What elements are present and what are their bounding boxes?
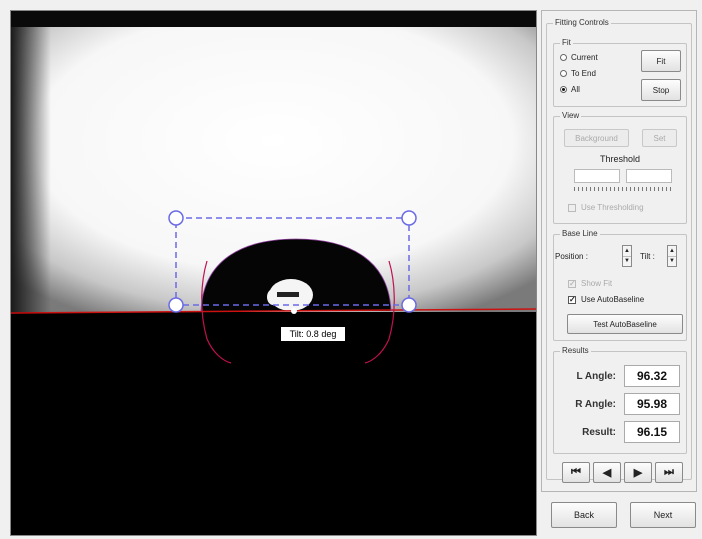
- handle-bottom-left: [168, 297, 184, 313]
- handle-top-right: [401, 210, 417, 226]
- threshold-min-field[interactable]: [574, 169, 620, 183]
- l-angle-value: 96.32: [624, 365, 680, 387]
- set-button[interactable]: Set: [642, 129, 677, 147]
- use-autobaseline-label: Use AutoBaseline: [581, 295, 645, 304]
- threshold-max-field[interactable]: [626, 169, 672, 183]
- use-autobaseline-box: ✓: [568, 294, 576, 304]
- position-label: Position :: [555, 252, 588, 261]
- droplet-image: Tilt: 0.8 deg: [11, 11, 536, 535]
- last-frame-button[interactable]: ⏭: [655, 462, 683, 483]
- radio-to-end-dot: [560, 70, 567, 77]
- fitting-controls-title: Fitting Controls: [553, 18, 611, 28]
- result-label: Result:: [582, 427, 616, 438]
- tilt-label: Tilt: 0.8 deg: [290, 329, 337, 339]
- results-group: Results L Angle: 96.32 R Angle: 95.98 Re…: [553, 346, 687, 454]
- radio-all[interactable]: All: [560, 85, 580, 94]
- stop-button[interactable]: Stop: [641, 79, 681, 101]
- baseline-group-title: Base Line: [560, 229, 600, 239]
- use-autobaseline-checkbox[interactable]: ✓ Use AutoBaseline: [568, 295, 644, 304]
- threshold-slider-ticks[interactable]: [574, 187, 672, 191]
- test-autobaseline-button[interactable]: Test AutoBaseline: [567, 314, 683, 334]
- use-thresholding-box: [568, 203, 576, 212]
- fit-group-title: Fit: [560, 38, 573, 48]
- fit-group: Fit Current To End All Fit Stop: [553, 38, 687, 107]
- position-down-icon[interactable]: ▼: [623, 255, 631, 267]
- r-angle-label: R Angle:: [575, 399, 616, 410]
- background-button[interactable]: Background: [564, 129, 629, 147]
- use-thresholding-checkbox[interactable]: Use Thresholding: [568, 203, 644, 212]
- view-group: View Background Set Threshold Use Thresh…: [553, 111, 687, 224]
- tilt-down-icon[interactable]: ▼: [668, 255, 676, 267]
- position-up-icon[interactable]: ▲: [623, 246, 631, 256]
- l-angle-label: L Angle:: [576, 371, 616, 382]
- threshold-label: Threshold: [599, 154, 641, 164]
- tilt-spinner-label: Tilt :: [640, 252, 655, 261]
- result-value: 96.15: [624, 421, 680, 443]
- back-button[interactable]: Back: [551, 502, 617, 528]
- handle-bottom-right: [401, 297, 417, 313]
- show-fit-checkbox[interactable]: ✓ Show Fit: [568, 279, 612, 288]
- show-fit-label: Show Fit: [581, 279, 613, 288]
- next-button[interactable]: Next: [630, 502, 696, 528]
- radio-all-label: All: [571, 85, 580, 94]
- position-spinner[interactable]: ▲ ▼: [622, 245, 632, 267]
- view-group-title: View: [560, 111, 582, 121]
- results-group-title: Results: [560, 346, 591, 356]
- first-frame-button[interactable]: ⏮: [562, 462, 590, 483]
- radio-all-dot: [560, 86, 567, 93]
- radio-current-dot: [560, 54, 567, 61]
- tilt-up-icon[interactable]: ▲: [668, 246, 676, 256]
- next-frame-button[interactable]: ▶: [624, 462, 652, 483]
- radio-current[interactable]: Current: [560, 53, 598, 62]
- r-angle-value: 95.98: [624, 393, 680, 415]
- radio-to-end[interactable]: To End: [560, 69, 596, 78]
- droplet-image-viewer[interactable]: Tilt: 0.8 deg: [10, 10, 537, 536]
- show-fit-box: ✓: [568, 278, 576, 288]
- tilt-spinner[interactable]: ▲ ▼: [667, 245, 677, 267]
- radio-to-end-label: To End: [571, 69, 596, 78]
- fit-button[interactable]: Fit: [641, 50, 681, 72]
- use-thresholding-label: Use Thresholding: [581, 203, 644, 212]
- baseline-center-handle: [291, 308, 297, 314]
- handle-top-left: [168, 210, 184, 226]
- prev-frame-button[interactable]: ◀: [593, 462, 621, 483]
- radio-current-label: Current: [571, 53, 598, 62]
- baseline-group: Base Line Position : ▲ ▼ Tilt : ▲ ▼ ✓ Sh…: [553, 229, 687, 341]
